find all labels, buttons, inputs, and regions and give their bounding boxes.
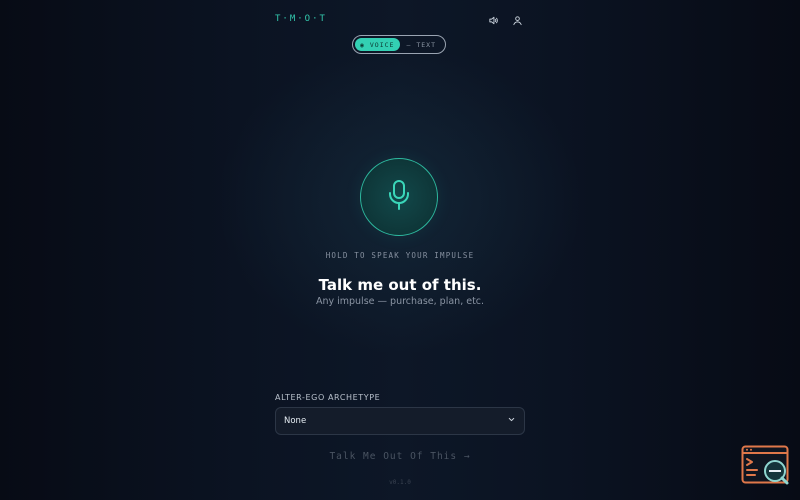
page-title: Talk me out of this. — [318, 276, 482, 294]
user-icon[interactable] — [510, 13, 524, 27]
archetype-label: ALTER-EGO ARCHETYPE — [275, 393, 381, 402]
text-mode-button[interactable]: — TEXT — [400, 38, 444, 51]
submit-button[interactable]: Talk Me Out Of This → — [300, 451, 500, 462]
input-mode-toggle: ◉ VOICE — TEXT — [352, 35, 446, 54]
header-actions — [486, 13, 524, 27]
voice-mode-button[interactable]: ◉ VOICE — [355, 38, 400, 51]
debug-widget-button[interactable] — [741, 445, 791, 487]
archetype-select[interactable]: None — [275, 407, 525, 435]
page-subtitle: Any impulse — purchase, plan, etc. — [315, 296, 485, 307]
hold-to-speak-hint: HOLD TO SPEAK YOUR IMPULSE — [325, 251, 475, 260]
archetype-selected-value: None — [284, 416, 307, 426]
version-label: v0.1.0 — [389, 479, 411, 486]
microphone-icon — [387, 179, 411, 215]
app-logo: T·M·O·T — [275, 14, 327, 24]
chevron-down-icon — [507, 415, 516, 427]
terminal-search-icon — [741, 445, 791, 491]
mic-button[interactable] — [360, 158, 438, 236]
speaker-icon[interactable] — [486, 13, 500, 27]
